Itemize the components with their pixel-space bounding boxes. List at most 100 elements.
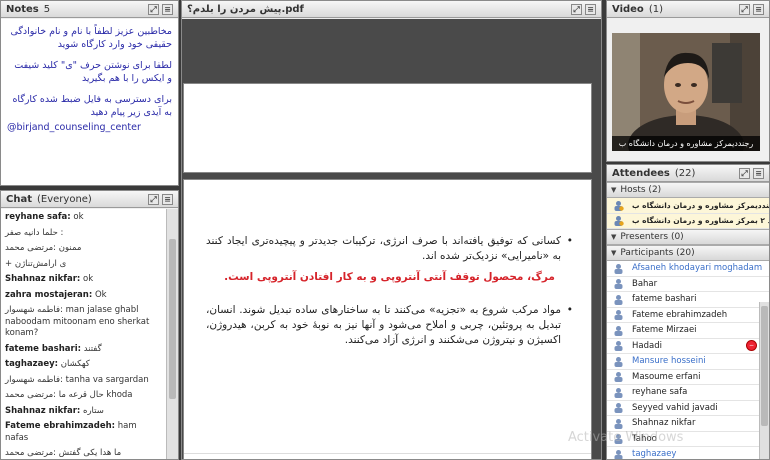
attendees-title: Attendees	[612, 167, 670, 179]
attendees-pod: Attendees (22) ⤢ ≡ ▼ Hosts (2) رجنددیمرک…	[606, 164, 770, 460]
activate-windows-watermark: Activate Windows	[568, 430, 684, 445]
chat-text: فاطمه شهسوار: man jalase ghabl naboodam …	[5, 305, 150, 338]
participant-row[interactable]: fateme bashari	[607, 292, 769, 308]
slide-bullet: کسانی که توفیق یافته‌اند با صرف انرژی، ت…	[206, 234, 573, 264]
video-title: Video	[612, 3, 644, 15]
status-icon: −	[746, 340, 757, 352]
participant-name: Hadadi	[632, 340, 662, 351]
menu-icon[interactable]: ≡	[753, 3, 764, 15]
maximize-icon[interactable]: ⤢	[571, 3, 582, 15]
slide-bullet: مواد مرکب شروع به «تجزیه» می‌کنند تا به …	[206, 303, 573, 348]
participant-name: Afsaneh khodayari moghadam	[632, 263, 763, 274]
chat-pod: Chat (Everyone) ⤢ ≡ reyhane safa: ok حلما…	[0, 190, 179, 460]
participant-name: Bahar	[632, 278, 658, 289]
chat-message: Shahnaz nikfar: ok	[5, 274, 162, 286]
slide-content: کسانی که توفیق یافته‌اند با صرف انرژی، ت…	[206, 234, 573, 348]
host-row[interactable]: رجنددیمرکز مشاوره و درمان دانشگاه ب	[607, 198, 769, 214]
chat-title: Chat	[6, 193, 32, 205]
participant-icon	[613, 325, 624, 336]
notes-body[interactable]: مخاطبین عزیز لطفاً با نام و نام خانوادگی…	[1, 19, 178, 185]
chat-message: Shahnaz nikfar: ستاره	[5, 406, 162, 418]
participant-row[interactable]: Mansure hosseini	[607, 354, 769, 370]
chat-messages: reyhane safa: ok حلما دانیه صفر : ممنون :م…	[1, 209, 166, 459]
chat-audience[interactable]: (Everyone)	[37, 194, 92, 205]
maximize-icon[interactable]: ⤢	[739, 3, 750, 15]
menu-icon[interactable]: ≡	[753, 167, 764, 179]
chat-text: کهکشان	[60, 359, 90, 369]
video-count: (1)	[648, 3, 663, 15]
chat-sender: Shahnaz nikfar:	[5, 274, 81, 284]
chat-text: فاطمه شهسوار: tanha va sargardan	[5, 374, 149, 385]
collapse-arrow-icon[interactable]: ▼	[611, 233, 616, 241]
chat-message: Fateme ebrahimzadeh: ham nafas	[5, 421, 162, 444]
chat-message: + ی ارامش‌تناژن	[5, 259, 162, 271]
chat-text: گفتند	[83, 343, 102, 354]
notes-header: Notes 5 ⤢ ≡	[1, 1, 178, 18]
presenters-section[interactable]: ▼ Presenters (0)	[607, 229, 769, 245]
chat-sender: reyhane safa:	[5, 212, 71, 222]
participant-icon	[613, 371, 624, 383]
scroll-thumb[interactable]	[761, 306, 768, 426]
chat-text: ستاره	[83, 405, 104, 416]
scroll-thumb[interactable]	[169, 239, 176, 399]
notes-count: 5	[43, 3, 51, 15]
document-title: پیش مردن را بلدم؟.pdf	[187, 3, 304, 15]
participant-icon	[613, 356, 624, 367]
hosts-section[interactable]: ▼ Hosts (2)	[607, 182, 769, 198]
participant-icon	[613, 402, 624, 414]
chat-header: Chat (Everyone) ⤢ ≡	[1, 191, 178, 208]
chat-message: حال قرعه ما :مرتضی محمد khoda	[5, 390, 162, 402]
notes-paragraph: برای دسترسی به فایل ضبط شده کارگاه به آی…	[12, 94, 172, 118]
participant-row[interactable]: Seyyed vahid javadi	[607, 400, 769, 416]
slide-divider	[184, 453, 591, 454]
chat-message: ممنون :مرتضی محمد	[5, 243, 162, 255]
chat-message: فاطمه شهسوار: tanha va sargardan	[5, 375, 162, 387]
menu-icon[interactable]: ≡	[585, 3, 596, 15]
webcam-image	[612, 33, 760, 151]
notes-pod: Notes 5 ⤢ ≡ مخاطبین عزیز لطفاً با نام و …	[0, 0, 179, 186]
menu-icon[interactable]: ≡	[162, 193, 173, 205]
chat-scrollbar[interactable]	[166, 209, 178, 459]
participant-row[interactable]: Afsaneh khodayari moghadam	[607, 261, 769, 277]
chat-text: حال قرعه ما :مرتضی محمد khoda	[5, 390, 133, 400]
maximize-icon[interactable]: ⤢	[148, 193, 159, 205]
maximize-icon[interactable]: ⤢	[739, 167, 750, 179]
share-pod: پیش مردن را بلدم؟.pdf ⤢ ≡ کسانی که توفیق…	[181, 0, 602, 460]
participant-name: Fateme Mirzaei	[632, 325, 697, 336]
participant-icon	[613, 418, 624, 429]
chat-sender: taghazaey:	[5, 359, 59, 369]
participants-section[interactable]: ▼ Participants (20)	[607, 245, 769, 261]
chat-text: ما هدا یکی گفتش :مرتضی محمد	[5, 448, 122, 458]
participant-icon	[613, 387, 624, 398]
webcam-feed[interactable]: رجنددیمرکز مشاوره و درمان دانشگاه ب	[612, 33, 760, 151]
participant-row[interactable]: reyhane safa	[607, 385, 769, 401]
collapse-arrow-icon[interactable]: ▼	[611, 249, 616, 257]
host-icon	[613, 200, 624, 211]
participant-name: taghazaey	[632, 449, 677, 460]
video-header: Video (1) ⤢ ≡	[607, 1, 769, 18]
participant-row[interactable]: Fateme Mirzaei	[607, 323, 769, 339]
slide-page: کسانی که توفیق یافته‌اند با صرف انرژی، ت…	[183, 179, 592, 459]
presenters-label: Presenters (0)	[620, 232, 684, 242]
participant-name: Mansure hosseini	[632, 356, 706, 367]
menu-icon[interactable]: ≡	[162, 3, 173, 15]
participant-row[interactable]: Bahar	[607, 276, 769, 292]
participant-row[interactable]: Hadadi −	[607, 338, 769, 354]
participant-row[interactable]: taghazaey	[607, 447, 769, 460]
participant-name: Fateme ebrahimzadeh	[632, 309, 728, 320]
host-row[interactable]: رجند ۲ بمرکز مشاوره و درمان دانشگاه ب	[607, 213, 769, 229]
chat-message: fateme bashari: گفتند	[5, 344, 162, 356]
maximize-icon[interactable]: ⤢	[148, 3, 159, 15]
host-name: رجند ۲ بمرکز مشاوره و درمان دانشگاه ب	[632, 216, 769, 226]
collapse-arrow-icon[interactable]: ▼	[611, 186, 616, 194]
notes-paragraph: مخاطبین عزیز لطفاً با نام و نام خانوادگی…	[10, 26, 172, 50]
attendees-scrollbar[interactable]	[759, 302, 769, 459]
participant-name: Shahnaz nikfar	[632, 418, 696, 429]
participant-row[interactable]: Masoume erfani	[607, 369, 769, 385]
notes-link[interactable]: @birjand_counseling_center	[7, 121, 172, 134]
chat-text: + ی ارامش‌تناژن	[5, 258, 67, 269]
attendees-header: Attendees (22) ⤢ ≡	[607, 165, 769, 182]
participant-row[interactable]: Fateme ebrahimzadeh	[607, 307, 769, 323]
participant-icon	[613, 263, 624, 274]
participant-icon	[613, 278, 624, 290]
